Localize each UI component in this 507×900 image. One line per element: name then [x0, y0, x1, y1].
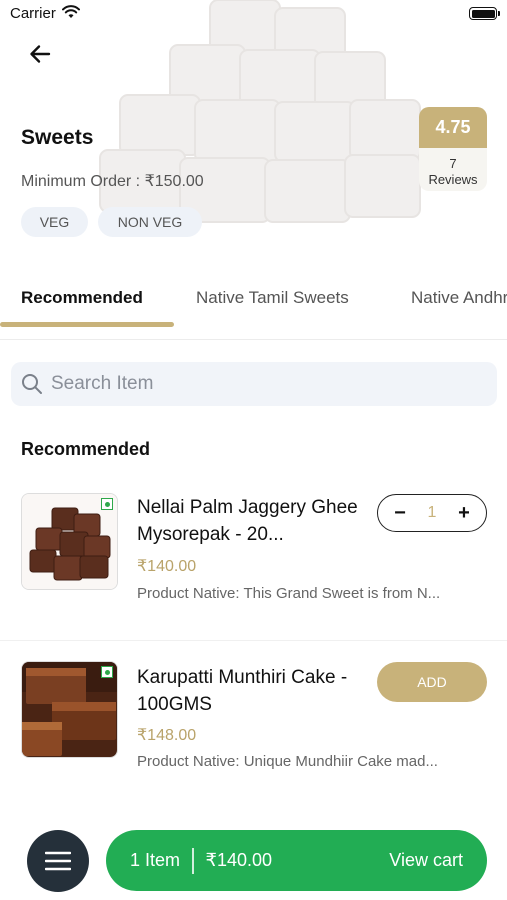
section-title: Recommended [21, 439, 151, 459]
product-image [21, 493, 118, 590]
tab-native-tamil-sweets[interactable]: Native Tamil Sweets [196, 288, 349, 308]
arrow-left-icon [30, 45, 51, 63]
store-name: Sweets [21, 126, 94, 149]
view-cart-label: View cart [389, 850, 463, 870]
quantity-value: 1 [427, 504, 437, 521]
tab-native-andhra-sweets[interactable]: Native Andhra Sweets [411, 288, 507, 308]
veg-indicator-icon [101, 498, 113, 510]
divider [0, 640, 507, 641]
filter-nonveg-chip[interactable]: NON VEG [98, 207, 202, 237]
cart-item-count: 1 Item [130, 850, 181, 870]
menu-button[interactable] [27, 830, 89, 892]
product-name: Karupatti Munthiri Cake - 100GMS [137, 667, 348, 715]
back-button[interactable] [24, 38, 56, 70]
view-cart-button[interactable]: 1 Item ₹140.00 View cart [106, 830, 487, 891]
product-name: Nellai Palm Jaggery Ghee Mysorepak - 20.… [137, 497, 358, 545]
decrement-button[interactable]: − [392, 502, 408, 525]
rating-value: 4.75 [419, 107, 487, 148]
filter-veg-chip[interactable]: VEG [21, 207, 88, 237]
reviews-count: 7 Reviews [419, 156, 487, 188]
search-icon [22, 374, 42, 394]
cart-separator [192, 847, 194, 874]
rating-card[interactable]: 4.75 7 Reviews [419, 107, 487, 191]
tab-recommended[interactable]: Recommended [21, 288, 143, 308]
list-item[interactable]: Karupatti Munthiri Cake - 100GMS ₹148.00… [0, 658, 507, 788]
add-button[interactable]: ADD [377, 662, 487, 702]
product-price: ₹148.00 [137, 727, 197, 744]
category-tabs: Recommended Native Tamil Sweets Native A… [0, 272, 507, 340]
active-tab-indicator [0, 322, 174, 327]
reviews-number: 7 [449, 156, 457, 171]
product-price: ₹140.00 [137, 558, 197, 575]
hamburger-icon [45, 851, 71, 871]
minimum-order: Minimum Order : ₹150.00 [21, 173, 204, 190]
product-description: Product Native: Unique Mundhiir Cake mad… [137, 753, 438, 770]
quantity-stepper: − 1 + [377, 494, 487, 532]
search-bar[interactable] [11, 362, 497, 406]
product-description: Product Native: This Grand Sweet is from… [137, 585, 441, 602]
list-item[interactable]: Nellai Palm Jaggery Ghee Mysorepak - 20.… [0, 490, 507, 620]
veg-indicator-icon [101, 666, 113, 678]
increment-button[interactable]: + [456, 502, 472, 525]
search-input[interactable] [51, 373, 471, 395]
cart-total: ₹140.00 [205, 850, 273, 870]
product-image [21, 661, 118, 758]
reviews-label: Reviews [428, 172, 478, 187]
